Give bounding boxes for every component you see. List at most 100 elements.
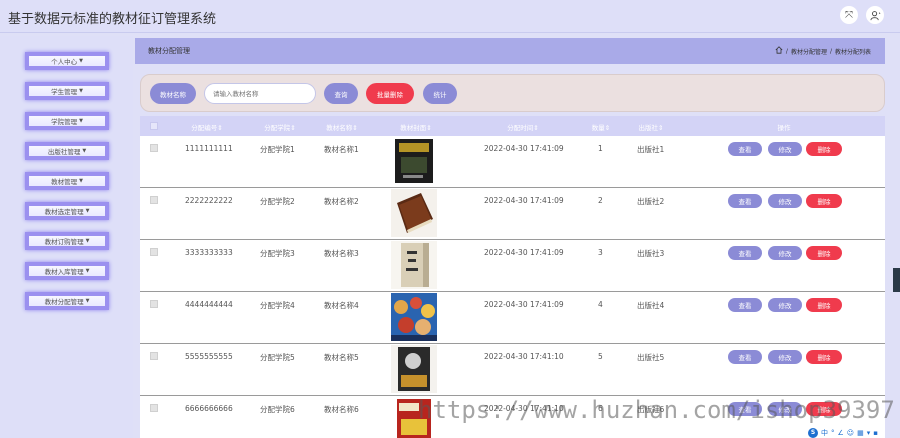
ime-keyboard-icon[interactable]: ▦ bbox=[857, 429, 864, 437]
breadcrumb-link-allocation[interactable]: 教材分配管理 bbox=[791, 47, 827, 56]
column-header-publisher[interactable]: 出版社⇕ bbox=[639, 122, 664, 132]
sidebar-item-textbook-allocation[interactable]: 教材分配管理 ▼ bbox=[25, 292, 109, 310]
query-button[interactable]: 查询 bbox=[324, 83, 358, 104]
top-bar: 基于数据元标准的教材征订管理系统 ⤧ bbox=[0, 0, 900, 33]
table-header: 分配编号⇕ 分配学院⇕ 教材名称⇕ 教材封面⇕ 分配时间⇕ 数量⇕ 出版社⇕ 操… bbox=[140, 116, 885, 136]
view-button[interactable]: 查看 bbox=[728, 142, 762, 156]
cell-publisher: 出版社2 bbox=[637, 197, 665, 206]
sort-icon: ⇕ bbox=[658, 124, 664, 132]
ime-emoji-icon[interactable]: ☺ bbox=[847, 429, 854, 437]
cell-publisher: 出版社1 bbox=[637, 145, 665, 154]
edit-button[interactable]: 修改 bbox=[768, 298, 802, 312]
sidebar-item-label: 学院管理 bbox=[51, 118, 78, 126]
edit-button[interactable]: 修改 bbox=[768, 194, 802, 208]
ime-shirt-icon[interactable]: ▾ bbox=[867, 429, 871, 437]
stats-button[interactable]: 统计 bbox=[423, 83, 457, 104]
sidebar: 个人中心 ▼ 学生管理 ▼ 学院管理 ▼ 出版社管理 ▼ 教材管理 ▼ 教材选定管理 ▼ 教… bbox=[0, 36, 133, 438]
delete-button[interactable]: 删除 bbox=[806, 142, 842, 156]
sidebar-item-students[interactable]: 学生管理 ▼ bbox=[25, 82, 109, 100]
select-all-checkbox[interactable] bbox=[150, 122, 158, 130]
edit-button[interactable]: 修改 bbox=[768, 142, 802, 156]
row-checkbox[interactable] bbox=[150, 404, 158, 412]
page-title: 教材分配管理 bbox=[148, 47, 190, 55]
sidebar-item-personal-center[interactable]: 个人中心 ▼ bbox=[25, 52, 109, 70]
cell-college: 分配学院3 bbox=[260, 249, 295, 258]
column-header-college[interactable]: 分配学院⇕ bbox=[264, 122, 295, 132]
user-icon[interactable] bbox=[866, 6, 884, 24]
column-header-label: 教材封面 bbox=[400, 124, 427, 132]
column-header-label: 出版社 bbox=[638, 124, 659, 132]
cell-time: 2022-04-30 17:41:09 bbox=[484, 196, 564, 205]
ime-menu-icon[interactable]: ▪ bbox=[873, 429, 878, 437]
column-header-name[interactable]: 教材名称⇕ bbox=[326, 122, 357, 132]
breadcrumb-current: 教材分配列表 bbox=[834, 48, 871, 56]
cell-college: 分配学院5 bbox=[260, 353, 295, 362]
breadcrumb: 教材分配管理 / 教材分配管理 / 教材分配列表 bbox=[135, 38, 885, 64]
row-checkbox[interactable] bbox=[150, 300, 158, 308]
sort-icon: ⇕ bbox=[290, 124, 296, 132]
table-row: 5555555555 分配学院5 教材名称5 2022-04-30 17:41:… bbox=[140, 344, 885, 396]
cell-college: 分配学院6 bbox=[260, 405, 295, 414]
ime-pen-icon[interactable]: ∠ bbox=[838, 429, 844, 437]
row-checkbox[interactable] bbox=[150, 196, 158, 204]
cell-qty: 3 bbox=[598, 248, 603, 257]
cell-id: 1111111111 bbox=[185, 144, 233, 153]
side-scroll-handle[interactable] bbox=[893, 268, 900, 292]
delete-button[interactable]: 删除 bbox=[806, 350, 842, 364]
sort-icon: ⇕ bbox=[352, 124, 358, 132]
sort-icon: ⇕ bbox=[426, 124, 432, 132]
sidebar-item-textbook-selection[interactable]: 教材选定管理 ▼ bbox=[25, 202, 109, 220]
column-header-qty[interactable]: 数量⇕ bbox=[592, 122, 610, 132]
column-header-id[interactable]: 分配编号⇕ bbox=[191, 122, 222, 132]
data-table: 分配编号⇕ 分配学院⇕ 教材名称⇕ 教材封面⇕ 分配时间⇕ 数量⇕ 出版社⇕ 操… bbox=[140, 116, 885, 438]
view-button[interactable]: 查看 bbox=[728, 246, 762, 260]
ime-toolbar: S 中 ° ∠ ☺ ▦ ▾ ▪ bbox=[808, 427, 900, 438]
sort-icon: ⇕ bbox=[604, 124, 611, 132]
cell-qty: 5 bbox=[598, 352, 603, 361]
cell-publisher: 出版社4 bbox=[637, 301, 665, 310]
view-button[interactable]: 查看 bbox=[728, 298, 762, 312]
ime-punctuation-icon[interactable]: ° bbox=[831, 429, 835, 437]
fullscreen-icon[interactable]: ⤧ bbox=[840, 6, 858, 24]
delete-button[interactable]: 删除 bbox=[806, 246, 842, 260]
row-checkbox[interactable] bbox=[150, 352, 158, 360]
breadcrumb-separator: / bbox=[785, 47, 788, 55]
cell-qty: 2 bbox=[598, 196, 603, 205]
sidebar-item-colleges[interactable]: 学院管理 ▼ bbox=[25, 112, 109, 130]
delete-button[interactable]: 删除 bbox=[806, 298, 842, 312]
sidebar-item-textbook-storage[interactable]: 教材入库管理 ▼ bbox=[25, 262, 109, 280]
column-header-cover[interactable]: 教材封面⇕ bbox=[400, 122, 431, 132]
sidebar-item-label: 教材入库管理 bbox=[44, 268, 84, 276]
cell-qty: 4 bbox=[598, 300, 603, 309]
row-checkbox[interactable] bbox=[150, 248, 158, 256]
cell-publisher: 出版社3 bbox=[637, 249, 665, 258]
edit-button[interactable]: 修改 bbox=[768, 246, 802, 260]
ime-chinese-icon[interactable]: 中 bbox=[821, 428, 828, 438]
edit-button[interactable]: 修改 bbox=[768, 350, 802, 364]
ime-logo-icon[interactable]: S bbox=[808, 427, 818, 438]
view-button[interactable]: 查看 bbox=[728, 350, 762, 364]
sidebar-item-textbook-ordering[interactable]: 教材订购管理 ▼ bbox=[25, 232, 109, 250]
cell-id: 3333333333 bbox=[185, 248, 233, 257]
chevron-down-icon: ▼ bbox=[79, 178, 83, 184]
batch-delete-button[interactable]: 批量删除 bbox=[366, 83, 414, 104]
view-button[interactable]: 查看 bbox=[728, 194, 762, 208]
table-row: 4444444444 分配学院4 教材名称4 2022-04-30 17:41:… bbox=[140, 292, 885, 344]
cell-college: 分配学院4 bbox=[260, 301, 295, 310]
search-input[interactable] bbox=[204, 83, 316, 104]
cell-name: 教材名称1 bbox=[324, 145, 359, 154]
cover-image bbox=[391, 293, 437, 341]
cell-id: 4444444444 bbox=[185, 300, 233, 309]
app-title: 基于数据元标准的教材征订管理系统 bbox=[8, 12, 217, 27]
sidebar-item-publishers[interactable]: 出版社管理 ▼ bbox=[25, 142, 109, 160]
sidebar-item-label: 个人中心 bbox=[51, 58, 78, 66]
home-icon[interactable] bbox=[775, 46, 783, 56]
delete-button[interactable]: 删除 bbox=[806, 194, 842, 208]
column-header-time[interactable]: 分配时间⇕ bbox=[507, 122, 538, 132]
sidebar-item-textbooks[interactable]: 教材管理 ▼ bbox=[25, 172, 109, 190]
search-field-label: 教材名称 bbox=[150, 83, 196, 104]
cell-time: 2022-04-30 17:41:09 bbox=[484, 144, 564, 153]
column-header-label: 分配学院 bbox=[264, 124, 291, 132]
chevron-down-icon: ▼ bbox=[85, 268, 90, 274]
row-checkbox[interactable] bbox=[150, 144, 158, 152]
